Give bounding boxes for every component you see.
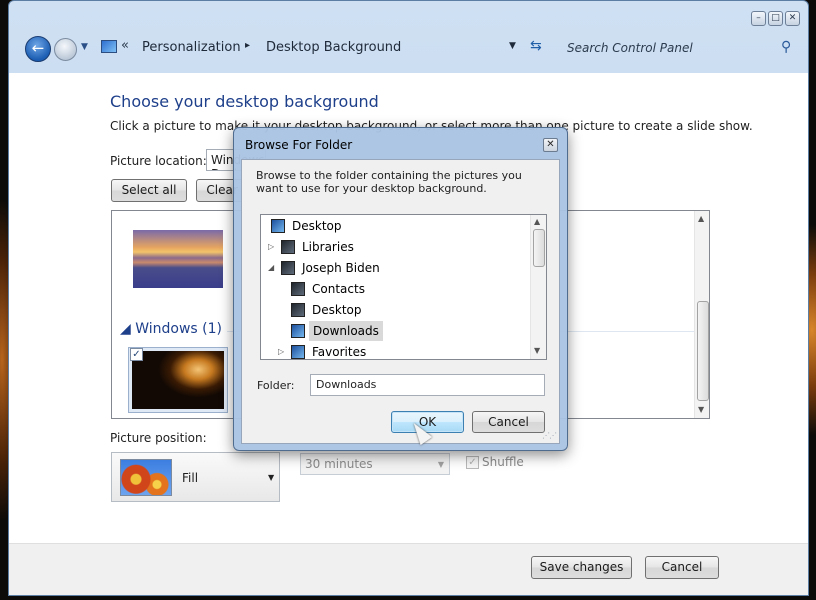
tree-item-label: Contacts	[312, 282, 365, 296]
collapse-icon[interactable]: ◢	[268, 258, 274, 278]
scroll-up-icon[interactable]: ▲	[534, 217, 540, 226]
dialog-body: Browse to the folder containing the pict…	[241, 159, 560, 444]
folder-field[interactable]: Downloads	[310, 374, 545, 396]
scroll-down-icon[interactable]: ▼	[534, 346, 540, 355]
expand-icon[interactable]: ▷	[268, 237, 274, 257]
maximize-icon[interactable]: □	[768, 11, 783, 26]
browse-for-folder-dialog: Browse For Folder ✕ Browse to the folder…	[233, 127, 568, 451]
downloads-icon	[291, 324, 305, 338]
chevron-down-icon: ▼	[437, 460, 444, 469]
picture-position-label: Picture position:	[110, 431, 207, 445]
forward-arrow-icon[interactable]	[54, 38, 77, 61]
picture-location-label: Picture location:	[110, 154, 207, 168]
back-arrow-icon[interactable]: ←	[25, 36, 51, 62]
dialog-description: Browse to the folder containing the pict…	[256, 169, 522, 195]
picture-position-value: Fill	[182, 471, 199, 485]
dialog-title: Browse For Folder	[245, 138, 353, 152]
tree-item-label: Joseph Biden	[302, 261, 380, 275]
dialog-cancel-button[interactable]: Cancel	[472, 411, 545, 433]
tree-item-label: Favorites	[312, 345, 367, 359]
scroll-thumb[interactable]	[533, 229, 545, 267]
chevron-down-icon: ▼	[268, 473, 275, 482]
shuffle-label: Shuffle	[482, 455, 524, 469]
folder-tree-scrollbar[interactable]: ▲ ▼	[530, 215, 546, 359]
tree-item-label: Libraries	[302, 240, 354, 254]
footer-bar: Save changes Cancel	[9, 543, 808, 595]
select-all-button[interactable]: Select all	[111, 179, 187, 202]
search-icon[interactable]: ⚲	[781, 39, 791, 55]
search-input[interactable]: Search Control Panel	[559, 37, 801, 59]
shuffle-checkbox[interactable]: ✓	[466, 456, 479, 469]
recent-pages-dropdown-icon[interactable]: ▼	[81, 42, 88, 52]
group-header-label: Windows (1)	[135, 321, 222, 337]
libraries-icon	[281, 240, 295, 254]
interval-select[interactable]: 30 minutes ▼	[300, 453, 450, 475]
user-folder-icon	[281, 261, 295, 275]
picture-thumbnail-windows[interactable]	[128, 347, 228, 413]
expand-icon[interactable]: ▷	[278, 342, 284, 359]
picture-thumbnail-sunset[interactable]	[133, 230, 223, 288]
chevron-left-double-icon[interactable]: «	[121, 38, 129, 53]
close-icon[interactable]: ✕	[543, 138, 558, 152]
position-preview-image	[120, 459, 172, 496]
tree-item-label: Desktop	[312, 303, 362, 317]
windows-wallpaper-image	[132, 351, 224, 409]
folder-label: Folder:	[257, 379, 295, 392]
breadcrumb-desktop-background[interactable]: Desktop Background	[266, 40, 401, 55]
breadcrumb-separator-icon[interactable]: ▸	[245, 40, 250, 51]
picture-list-scrollbar[interactable]: ▲ ▼	[694, 211, 709, 418]
address-bar: ← ▼ « Personalization ▸ Desktop Backgrou…	[9, 29, 808, 69]
favorites-icon	[291, 345, 305, 359]
contacts-icon	[291, 282, 305, 296]
tree-item-label: Desktop	[292, 219, 342, 233]
picture-checkbox[interactable]: ✓	[130, 348, 143, 361]
refresh-icon[interactable]: ⇆	[530, 38, 542, 54]
folder-tree[interactable]: Desktop ▷ Libraries ◢ Joseph Biden Conta…	[260, 214, 547, 360]
breadcrumb-personalization[interactable]: Personalization	[142, 40, 241, 55]
page-title: Choose your desktop background	[110, 92, 379, 111]
group-header[interactable]: ◢ Windows (1)	[120, 321, 222, 337]
control-panel-icon	[101, 40, 117, 53]
scroll-thumb[interactable]	[697, 301, 709, 401]
interval-value: 30 minutes	[305, 457, 373, 471]
desktop-icon	[271, 219, 285, 233]
caption-buttons: – □ ✕	[751, 11, 800, 26]
resize-grip-icon[interactable]: ⋰⋰	[542, 431, 557, 440]
scroll-up-icon[interactable]: ▲	[698, 214, 704, 223]
address-dropdown-icon[interactable]: ▼	[509, 41, 516, 51]
picture-position-select[interactable]: Fill ▼	[111, 452, 280, 502]
minimize-icon[interactable]: –	[751, 11, 766, 26]
save-changes-button[interactable]: Save changes	[531, 556, 632, 579]
close-icon[interactable]: ✕	[785, 11, 800, 26]
tree-item-label: Downloads	[309, 321, 383, 341]
scroll-down-icon[interactable]: ▼	[698, 405, 704, 414]
desktop-folder-icon	[291, 303, 305, 317]
cancel-button[interactable]: Cancel	[645, 556, 719, 579]
